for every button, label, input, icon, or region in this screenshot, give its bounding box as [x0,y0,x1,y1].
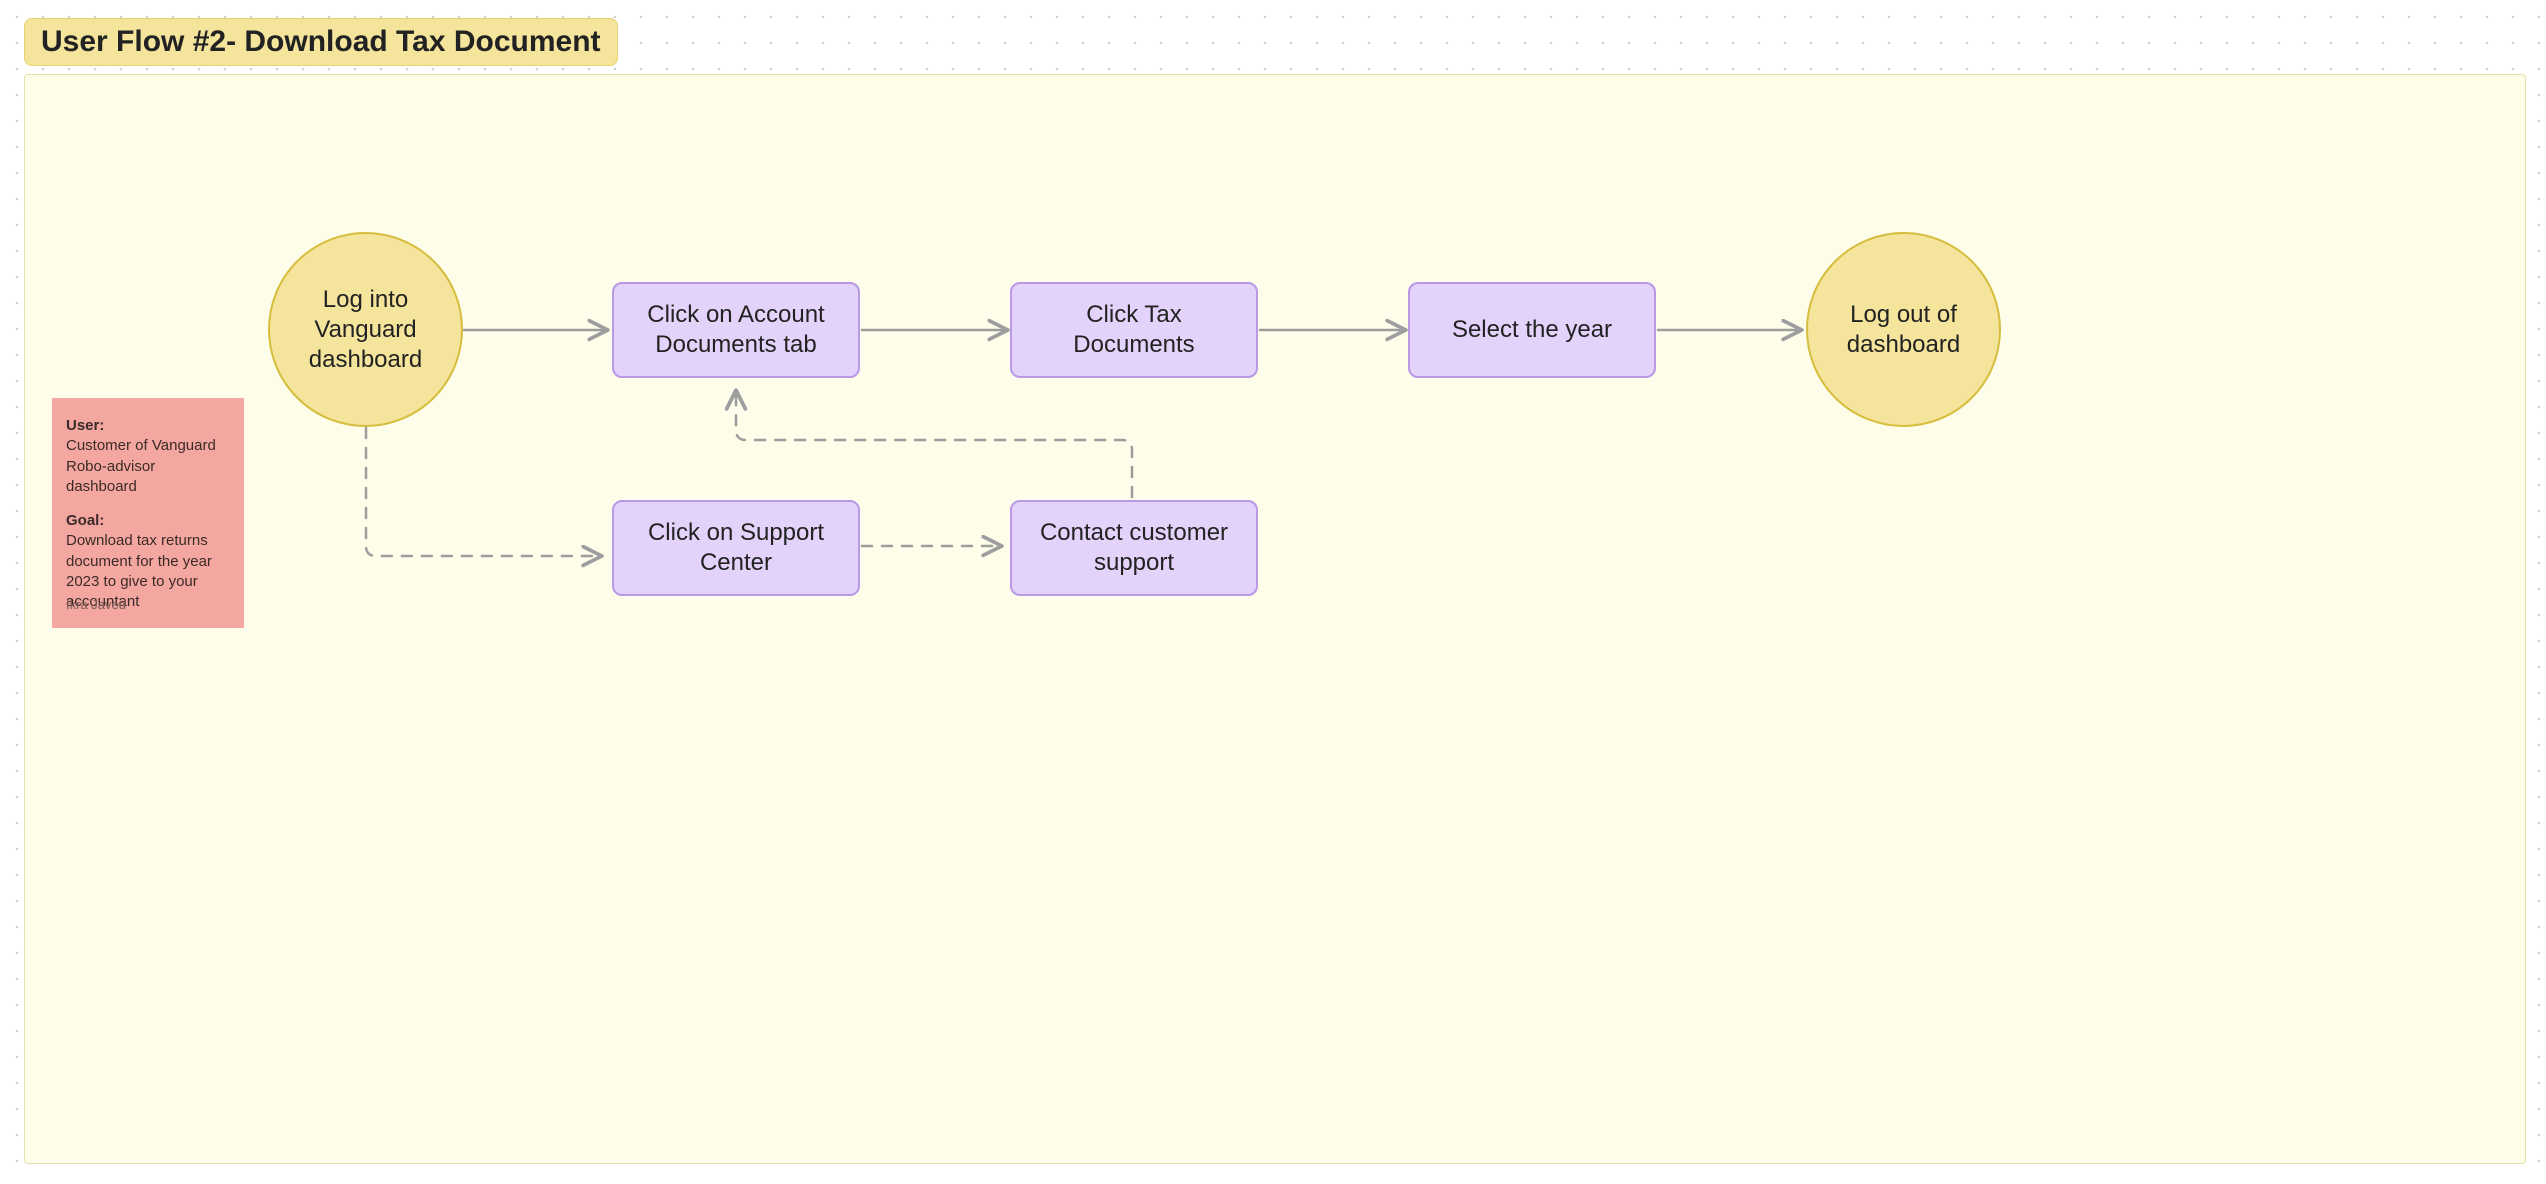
frame-title[interactable]: User Flow #2- Download Tax Document [24,18,618,66]
sticky-user-label: User: [66,417,104,434]
node-step3[interactable]: Select the year [1408,282,1656,378]
node-end[interactable]: Log out of dashboard [1806,232,2001,427]
sticky-note[interactable]: User: Customer of Vanguard Robo-advisor … [52,398,244,628]
node-alt1-label: Click on Support Center [630,518,842,578]
node-step2-label: Click Tax Documents [1028,300,1240,360]
node-step1-label: Click on Account Documents tab [630,300,842,360]
node-step1[interactable]: Click on Account Documents tab [612,282,860,378]
node-end-label: Log out of dashboard [1820,300,1987,360]
node-alt1[interactable]: Click on Support Center [612,500,860,596]
node-start[interactable]: Log into Vanguard dashboard [268,232,463,427]
node-step2[interactable]: Click Tax Documents [1010,282,1258,378]
node-step3-label: Select the year [1452,315,1612,345]
sticky-goal-label: Goal: [66,512,104,529]
node-alt2[interactable]: Contact customer support [1010,500,1258,596]
node-alt2-label: Contact customer support [1028,518,1240,578]
sticky-author: Ikra Javed [66,596,126,614]
sticky-user-text: Customer of Vanguard Robo-advisor dashbo… [66,437,216,495]
node-start-label: Log into Vanguard dashboard [282,285,449,375]
